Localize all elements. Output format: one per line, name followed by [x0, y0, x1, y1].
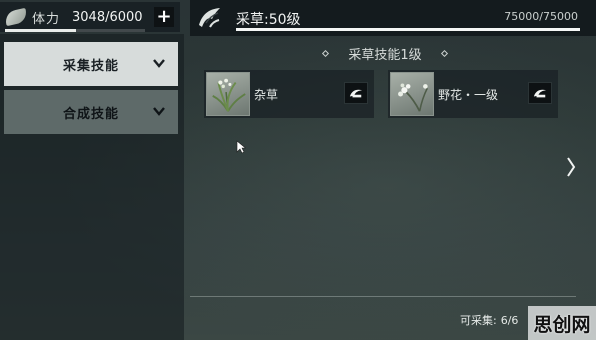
watermark-logo: 思创网 — [528, 306, 596, 340]
gathering-skills-tab[interactable]: 采集技能 — [4, 42, 178, 86]
herb-name: 野花・一级 — [438, 88, 499, 102]
skill-level-title: 采草:50级 — [236, 12, 301, 28]
diamond-ornament-icon — [440, 49, 448, 58]
stamina-label: 体力 — [32, 11, 61, 27]
stamina-bar: 体力 3048/6000 + — [0, 2, 180, 32]
sickle-icon — [344, 82, 368, 104]
skill-category-panel: 采集技能 合成技能 — [0, 34, 184, 340]
section-heading: 采草技能1级 — [300, 44, 470, 63]
chevron-right-icon[interactable] — [566, 156, 576, 178]
leaf-icon — [3, 7, 29, 27]
stamina-progress-track — [5, 29, 145, 32]
experience-progress-fill — [236, 28, 580, 31]
chevron-down-icon — [153, 107, 165, 116]
crafting-skills-tab[interactable]: 合成技能 — [4, 90, 178, 134]
herb-emblem-icon — [199, 8, 220, 28]
gatherable-label: 可采集: — [460, 314, 497, 327]
wildflower-icon — [390, 72, 434, 116]
gatherable-value: 6/6 — [500, 314, 519, 327]
experience-value: 75000/75000 — [504, 10, 578, 23]
herb-card-weed[interactable]: 杂草 — [204, 70, 374, 118]
stamina-progress-fill — [5, 29, 77, 32]
add-stamina-button[interactable]: + — [154, 7, 174, 27]
experience-progress-track — [236, 28, 580, 31]
diamond-ornament-icon — [322, 49, 330, 58]
crafting-skills-label: 合成技能 — [62, 106, 119, 122]
chevron-down-icon — [153, 59, 165, 68]
sickle-icon — [528, 82, 552, 104]
mouse-cursor-icon — [236, 140, 246, 154]
weed-icon — [206, 72, 250, 116]
footer-divider — [190, 296, 576, 297]
gatherable-count: 可采集: 6/6 — [460, 312, 518, 328]
skill-header: 采草:50级 75000/75000 — [190, 0, 596, 36]
stamina-value: 3048/6000 — [72, 9, 143, 25]
section-title-text: 采草技能1级 — [348, 48, 422, 63]
herb-card-wildflower[interactable]: 野花・一级 — [388, 70, 558, 118]
herb-name: 杂草 — [254, 88, 279, 102]
gathering-skills-label: 采集技能 — [62, 58, 119, 74]
